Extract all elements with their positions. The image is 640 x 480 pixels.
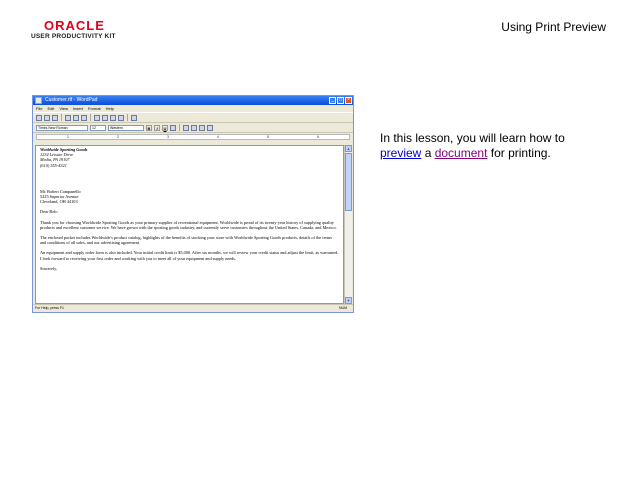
cut-icon	[94, 114, 100, 121]
wordpad-app-icon	[35, 97, 42, 104]
menu-help: Help	[105, 106, 114, 111]
lesson-text: In this lesson, you will learn how to pr…	[380, 131, 610, 161]
oracle-logo: ORACLE	[44, 18, 105, 33]
ruler-mark: 4	[217, 135, 219, 139]
bold-button: B	[146, 124, 152, 131]
document-link[interactable]: document	[435, 146, 488, 160]
wordpad-toolbar	[33, 112, 353, 123]
align-left-icon	[183, 124, 189, 131]
vertical-scrollbar: ▲ ▼	[344, 145, 352, 304]
ruler-mark: 2	[117, 135, 119, 139]
menu-view: View	[59, 106, 68, 111]
underline-button: U	[162, 124, 168, 131]
ruler-mark: 1	[67, 135, 69, 139]
window-title: Customer.rtf - WordPad	[45, 97, 98, 103]
print-icon	[65, 114, 71, 121]
copy-icon	[102, 114, 108, 121]
align-right-icon	[199, 124, 205, 131]
wordpad-format-bar: Times New Roman 12 Western B I U	[33, 123, 353, 133]
menu-format: Format	[87, 106, 101, 111]
lesson-middle: a	[421, 146, 435, 160]
bullets-icon	[207, 124, 213, 131]
num-lock-indicator: NUM	[339, 306, 347, 310]
font-size-combo: 12	[90, 124, 106, 131]
undo-icon	[118, 114, 124, 121]
document-area: Worldwide Sporting Goods 1234 Leisure Dr…	[35, 145, 344, 304]
lesson-suffix: for printing.	[487, 146, 551, 160]
find-icon	[81, 114, 87, 121]
color-icon	[170, 124, 176, 131]
save-icon	[52, 114, 58, 121]
minimize-icon: _	[329, 97, 336, 104]
ruler-mark: 5	[267, 135, 269, 139]
preview-link[interactable]: preview	[380, 146, 421, 160]
script-combo: Western	[108, 124, 144, 131]
scroll-thumb	[345, 153, 352, 211]
wordpad-menubar: File Edit View Insert Format Help	[33, 105, 353, 112]
align-center-icon	[191, 124, 197, 131]
date-time-icon	[131, 114, 137, 121]
letter-paragraph: Thank you for choosing Worldwide Sportin…	[40, 219, 337, 230]
status-bar: For Help, press F1 NUM	[33, 304, 353, 312]
lesson-prefix: In this lesson, you will learn how to	[380, 131, 565, 145]
ruler-mark: 6	[317, 135, 319, 139]
closing: Sincerely,	[40, 265, 58, 271]
ruler-mark: 3	[167, 135, 169, 139]
paste-icon	[110, 114, 116, 121]
page-title: Using Print Preview	[501, 20, 606, 34]
italic-button: I	[154, 124, 160, 131]
new-icon	[36, 114, 42, 121]
letter-paragraph: An equipment and supply order form is al…	[40, 250, 339, 261]
open-icon	[44, 114, 50, 121]
wordpad-screenshot: Customer.rtf - WordPad _ □ × File Edit V…	[32, 95, 354, 313]
menu-edit: Edit	[47, 106, 55, 111]
ruler: 1 2 3 4 5 6	[36, 134, 350, 140]
maximize-icon: □	[337, 97, 344, 104]
menu-file: File	[36, 106, 43, 111]
scroll-down-icon: ▼	[345, 297, 352, 304]
letter-paragraph: The enclosed packet includes Worldwide's…	[40, 235, 332, 246]
status-text: For Help, press F1	[35, 306, 64, 310]
wordpad-titlebar: Customer.rtf - WordPad _ □ ×	[33, 96, 353, 105]
upk-logo-text: USER PRODUCTIVITY KIT	[31, 33, 116, 40]
font-combo: Times New Roman	[36, 124, 88, 131]
close-icon: ×	[345, 97, 352, 104]
print-preview-icon	[73, 114, 79, 121]
scroll-up-icon: ▲	[345, 145, 352, 152]
menu-insert: Insert	[72, 106, 83, 111]
